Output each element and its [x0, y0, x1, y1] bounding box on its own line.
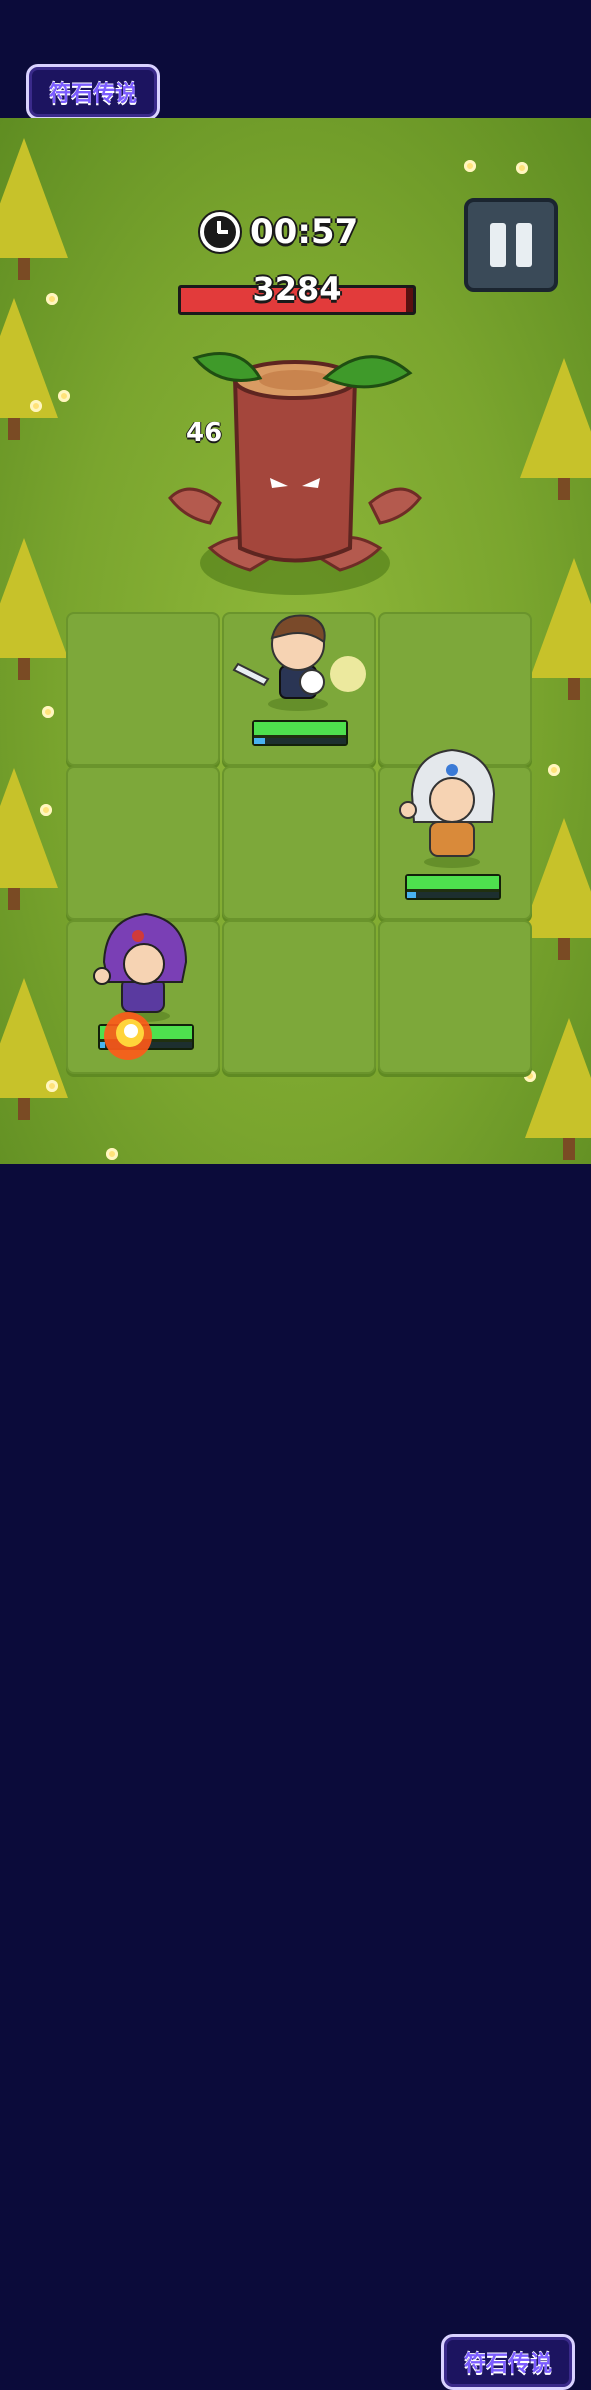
grid-tile[interactable]	[222, 920, 376, 1074]
grid-tile[interactable]	[378, 920, 532, 1074]
tree-decoration	[0, 978, 68, 1120]
cleric-hp-fill	[407, 876, 499, 889]
cleric-hero[interactable]	[394, 744, 514, 874]
cleric-shadow	[424, 856, 480, 868]
knight-shadow	[268, 697, 328, 711]
grid-tile[interactable]	[378, 612, 532, 766]
cleric-face	[429, 777, 475, 823]
boss-health-bar: 3284	[178, 270, 416, 315]
grid-tile[interactable]	[222, 766, 376, 920]
pause-icon	[490, 223, 506, 267]
flower-decoration	[106, 1148, 118, 1160]
boss-hp-value: 3284	[252, 270, 342, 308]
game-logo: 符石传说	[26, 64, 160, 120]
cleric-mp-fill	[407, 892, 417, 898]
flower-decoration	[30, 400, 42, 412]
tree-decoration	[0, 538, 68, 680]
cleric-health-bar	[405, 874, 501, 900]
knight-sword	[232, 662, 270, 687]
flower-decoration	[40, 804, 52, 816]
mage-face	[123, 943, 165, 985]
boss-leaf-left	[192, 352, 263, 382]
mage-hand	[93, 967, 111, 985]
tree-decoration	[0, 138, 68, 280]
tree-stump-boss[interactable]	[150, 348, 440, 608]
spark-effect	[330, 656, 366, 692]
boss-root-left	[168, 487, 222, 525]
knight-hero[interactable]	[228, 604, 378, 714]
knight-hp-fill	[254, 722, 346, 735]
flower-decoration	[46, 293, 58, 305]
grid-tile[interactable]	[66, 766, 220, 920]
flower-decoration	[42, 706, 54, 718]
pause-icon	[516, 223, 532, 267]
boss-leaf-right	[322, 355, 413, 389]
flower-decoration	[464, 160, 476, 172]
top-banner: 符石传说	[0, 0, 591, 120]
pause-button[interactable]	[464, 198, 558, 292]
flower-decoration	[58, 390, 70, 402]
game-logo: 符石传说	[441, 2334, 575, 2390]
tree-decoration	[520, 358, 591, 500]
flower-decoration	[516, 162, 528, 174]
grid-tile[interactable]	[66, 612, 220, 766]
tree-decoration	[530, 558, 591, 700]
knight-shield	[299, 669, 325, 695]
fireball-effect	[104, 1012, 152, 1060]
clock-icon	[200, 212, 240, 252]
knight-mp-fill	[254, 738, 266, 744]
flower-decoration	[548, 764, 560, 776]
bottom-banner: 符石传说	[0, 1164, 591, 2390]
boss-root-right	[368, 487, 422, 525]
cleric-body	[429, 821, 475, 857]
tree-decoration	[525, 1018, 591, 1160]
cleric-hand	[399, 801, 417, 819]
battle-timer: 00:57	[200, 210, 358, 254]
timer-text: 00:57	[250, 212, 359, 252]
tree-decoration	[0, 768, 58, 910]
cleric-gem	[446, 764, 458, 776]
damage-popup: 46	[186, 418, 223, 448]
mage-gem	[132, 930, 144, 942]
tree-decoration	[0, 298, 58, 440]
flower-decoration	[46, 1080, 58, 1092]
boss-stump-ring	[259, 370, 331, 390]
knight-health-bar	[252, 720, 348, 746]
